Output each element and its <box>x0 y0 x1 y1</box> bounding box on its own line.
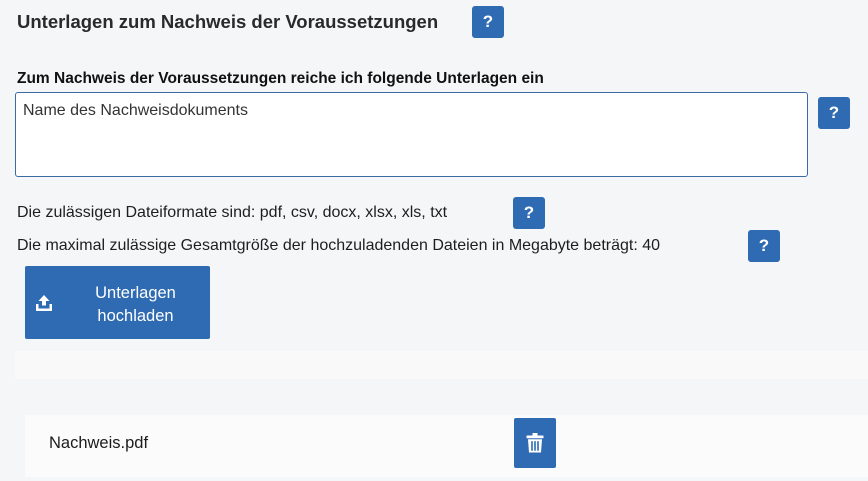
section-help-button[interactable]: ? <box>472 6 504 38</box>
document-name-input[interactable] <box>15 92 808 177</box>
upload-documents-button[interactable]: Unterlagen hochladen <box>25 266 210 339</box>
delete-file-button[interactable] <box>514 418 556 468</box>
document-name-help-button[interactable]: ? <box>818 97 850 129</box>
uploaded-file-name: Nachweis.pdf <box>49 434 149 452</box>
documents-field-label: Zum Nachweis der Voraussetzungen reiche … <box>17 70 544 87</box>
max-size-text: Die maximal zulässige Gesamtgröße der ho… <box>17 237 661 254</box>
section-title: Unterlagen zum Nachweis der Voraussetzun… <box>17 11 439 32</box>
upload-list-spacer <box>15 351 868 379</box>
uploaded-file-row <box>25 415 868 477</box>
trash-icon <box>526 433 544 453</box>
upload-label-line2: hochladen <box>97 307 174 325</box>
upload-label-line1: Unterlagen <box>95 284 176 302</box>
upload-icon <box>36 295 52 311</box>
max-size-help-button[interactable]: ? <box>748 230 780 262</box>
upload-button-label: Unterlagen hochladen <box>71 282 200 328</box>
formats-help-button[interactable]: ? <box>513 197 545 229</box>
allowed-formats-text: Die zulässigen Dateiformate sind: pdf, c… <box>17 204 448 221</box>
